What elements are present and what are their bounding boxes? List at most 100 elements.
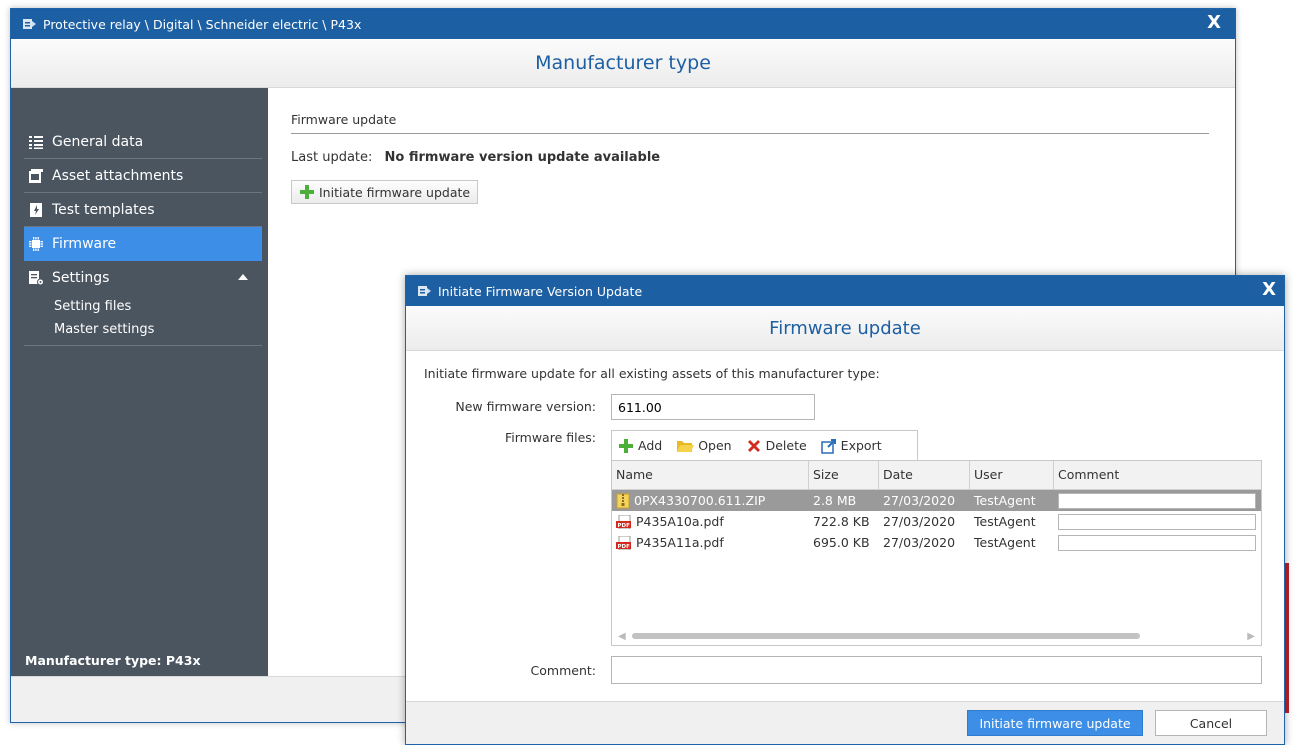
main-titlebar: Protective relay \ Digital \ Schneider e…: [11, 9, 1235, 39]
column-header-user[interactable]: User: [970, 461, 1054, 489]
firmware-files-label: Firmware files:: [504, 430, 596, 445]
column-header-date[interactable]: Date: [879, 461, 970, 489]
new-version-label: New firmware version:: [455, 399, 596, 414]
open-label: Open: [698, 438, 732, 453]
file-name: 0PX4330700.611.ZIP: [634, 493, 766, 508]
main-close-button[interactable]: X: [1207, 14, 1221, 32]
sidebar-item-label: General data: [52, 133, 144, 150]
row-comment-input[interactable]: [1058, 513, 1256, 530]
export-label: Export: [840, 438, 882, 453]
comment-label: Comment:: [530, 663, 596, 678]
sidebar: General data Asset attachments Test temp…: [11, 88, 268, 678]
last-update-row: Last update: No firmware version update …: [291, 150, 660, 165]
sidebar-item-test-templates[interactable]: Test templates: [24, 193, 262, 227]
cell-date: 27/03/2020: [883, 514, 956, 529]
sidebar-item-label: Settings: [52, 270, 110, 286]
dialog-titlebar: Initiate Firmware Version Update X: [406, 276, 1284, 306]
pdf-file-icon: PDF: [616, 535, 631, 550]
initiate-button-label: Initiate firmware update: [319, 184, 471, 200]
plus-icon: [300, 185, 314, 199]
sidebar-subitem-setting-files[interactable]: Setting files: [54, 295, 262, 318]
dialog-header: Firmware update: [406, 306, 1284, 351]
sidebar-item-label: Test templates: [52, 201, 155, 218]
add-button[interactable]: Add: [618, 438, 662, 454]
section-title: Firmware update: [291, 112, 1209, 134]
open-button[interactable]: Open: [676, 438, 732, 454]
cell-date: 27/03/2020: [883, 493, 956, 508]
attachment-icon: [29, 168, 43, 183]
column-header-size[interactable]: Size: [809, 461, 879, 489]
cell-comment: [1054, 534, 1261, 551]
scroll-right-icon[interactable]: ▶: [1247, 631, 1255, 642]
files-toolbar: Add Open Delete Export: [611, 430, 918, 460]
zip-file-icon: [616, 493, 630, 508]
cell-size: 2.8 MB: [813, 493, 857, 508]
main-header: Manufacturer type: [11, 39, 1235, 88]
last-update-value: No firmware version update available: [384, 150, 661, 165]
sidebar-item-label: Asset attachments: [52, 167, 184, 184]
horizontal-scrollbar[interactable]: ◀ ▶: [612, 627, 1261, 645]
dialog-close-button[interactable]: X: [1262, 281, 1276, 299]
collapse-caret-icon[interactable]: [238, 274, 248, 280]
svg-text:PDF: PDF: [618, 523, 631, 529]
file-name: P435A10a.pdf: [636, 514, 724, 529]
relay-app-icon: [418, 286, 431, 296]
cell-name: PDF P435A11a.pdf: [612, 535, 809, 550]
initiate-firmware-update-button[interactable]: Initiate firmware update: [291, 180, 479, 204]
cell-comment: [1054, 513, 1261, 530]
cell-name: PDF P435A10a.pdf: [612, 514, 809, 529]
sidebar-item-firmware[interactable]: Firmware: [24, 227, 262, 261]
settings-icon: [29, 271, 44, 286]
cell-user: TestAgent: [974, 535, 1036, 550]
firmware-update-dialog: Initiate Firmware Version Update X Firmw…: [405, 275, 1285, 745]
cell-size: 722.8 KB: [813, 514, 870, 529]
table-row[interactable]: 0PX4330700.611.ZIP 2.8 MB 27/03/2020 Tes…: [612, 490, 1261, 511]
sidebar-item-general-data[interactable]: General data: [24, 125, 262, 159]
manufacturer-type-footer: Manufacturer type: P43x: [25, 653, 201, 668]
delete-button[interactable]: Delete: [746, 438, 807, 454]
scroll-thumb[interactable]: [631, 633, 1140, 639]
pdf-file-icon: PDF: [616, 514, 631, 529]
row-comment-input[interactable]: [1058, 492, 1256, 509]
file-name: P435A11a.pdf: [636, 535, 724, 550]
dialog-title: Initiate Firmware Version Update: [438, 283, 643, 299]
plus-icon: [619, 438, 633, 453]
cell-comment: [1054, 492, 1261, 509]
grid-header: Name Size Date User Comment: [612, 461, 1261, 490]
add-label: Add: [638, 438, 663, 453]
chip-icon: [29, 236, 43, 251]
sidebar-subitem-master-settings[interactable]: Master settings: [54, 318, 262, 341]
table-row[interactable]: PDF P435A10a.pdf 722.8 KB 27/03/2020 Tes…: [612, 511, 1261, 532]
export-button[interactable]: Export: [820, 438, 882, 454]
sidebar-item-asset-attachments[interactable]: Asset attachments: [24, 159, 262, 193]
settings-sub-list: Setting files Master settings: [24, 295, 262, 346]
initiate-firmware-update-confirm-button[interactable]: Initiate firmware update: [967, 710, 1143, 736]
cell-date: 27/03/2020: [883, 535, 956, 550]
sidebar-item-label: Firmware: [52, 235, 117, 252]
delete-x-icon: [747, 439, 760, 452]
cell-user: TestAgent: [974, 493, 1036, 508]
list-icon: [29, 135, 43, 149]
export-icon: [820, 438, 836, 454]
main-window-title: Protective relay \ Digital \ Schneider e…: [43, 16, 362, 32]
folder-icon: [677, 440, 695, 452]
table-row[interactable]: PDF P435A11a.pdf 695.0 KB 27/03/2020 Tes…: [612, 532, 1261, 553]
new-version-input[interactable]: [611, 394, 815, 420]
firmware-files-grid: Name Size Date User Comment 0PX4330700.6…: [611, 460, 1262, 646]
column-header-name[interactable]: Name: [612, 461, 809, 489]
relay-app-icon: [23, 19, 36, 29]
cancel-button[interactable]: Cancel: [1155, 710, 1267, 736]
template-icon: [30, 202, 42, 217]
dialog-footer: Initiate firmware update Cancel: [406, 701, 1284, 744]
sidebar-item-settings[interactable]: Settings: [24, 261, 262, 295]
row-comment-input[interactable]: [1058, 534, 1256, 551]
dialog-intro-text: Initiate firmware update for all existin…: [424, 366, 880, 381]
svg-text:PDF: PDF: [618, 544, 631, 550]
scroll-left-icon[interactable]: ◀: [618, 631, 626, 642]
delete-label: Delete: [765, 438, 807, 453]
last-update-label: Last update:: [291, 150, 373, 165]
cell-size: 695.0 KB: [813, 535, 870, 550]
cell-user: TestAgent: [974, 514, 1036, 529]
comment-input[interactable]: [611, 656, 1262, 684]
column-header-comment[interactable]: Comment: [1054, 461, 1261, 489]
